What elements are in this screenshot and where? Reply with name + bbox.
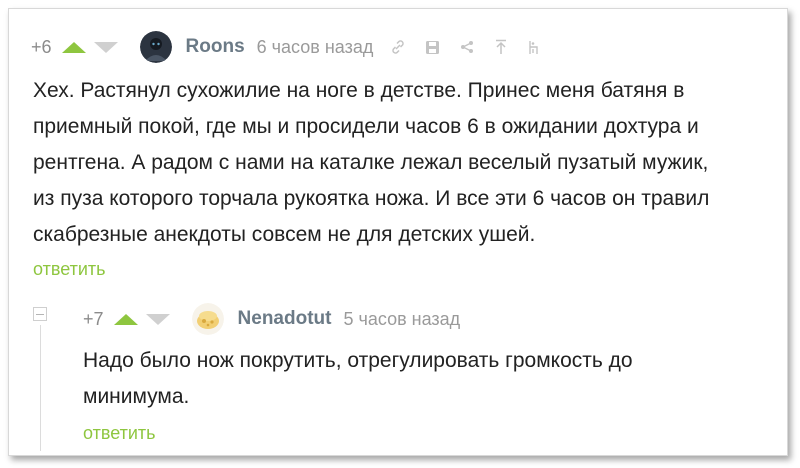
share-icon[interactable] — [460, 40, 474, 54]
vote-down-icon[interactable] — [93, 41, 118, 53]
comment-rating: +7 — [83, 308, 104, 329]
link-icon[interactable] — [391, 40, 405, 54]
comment-tools — [391, 39, 540, 55]
reply-comment-header: +7 Nenadotut 5 часов назад — [83, 303, 478, 335]
avatar[interactable] — [191, 303, 224, 335]
report-icon[interactable] — [528, 39, 540, 55]
comment-line: минимума. — [83, 385, 190, 408]
reply-comment-text: Надо было нож покрутить, отрегулировать … — [83, 343, 633, 415]
vote-up-icon[interactable] — [61, 41, 86, 53]
comment-line: рентгена. А радом с нами на каталке лежа… — [33, 151, 709, 174]
comment-line: Хех. Растянул сухожилие на ноге в детств… — [33, 79, 685, 102]
comment-line: скабрезные анекдоты совсем не для детски… — [33, 223, 536, 246]
vote-down-icon[interactable] — [145, 313, 170, 325]
timestamp[interactable]: 5 часов назад — [343, 309, 460, 330]
vote-up-icon[interactable] — [113, 313, 138, 325]
comment-line: из пуза которого торчала рукоятка ножа. … — [33, 187, 710, 210]
comment-rating: +6 — [31, 36, 52, 57]
timestamp[interactable]: 6 часов назад — [257, 37, 374, 58]
avatar[interactable] — [139, 31, 172, 63]
collapse-thread-button[interactable] — [33, 307, 47, 321]
save-icon[interactable] — [425, 40, 440, 55]
comment-text: Хех. Растянул сухожилие на ноге в детств… — [33, 73, 709, 253]
reply-button[interactable]: ответить — [83, 423, 156, 444]
username[interactable]: Roons — [186, 36, 245, 58]
comments-card: +6 Roons 6 часов назад Хех. Растянул сух… — [8, 8, 788, 456]
reply-button[interactable]: ответить — [33, 259, 106, 280]
scroll-up-icon[interactable] — [494, 39, 508, 55]
comment-line: приемный покой, где мы и просидели часов… — [33, 115, 699, 138]
thread-line[interactable] — [40, 325, 41, 451]
username[interactable]: Nenadotut — [238, 308, 332, 330]
comment-header: +6 Roons 6 часов назад — [31, 31, 540, 63]
comment-line: Надо было нож покрутить, отрегулировать … — [83, 349, 633, 372]
